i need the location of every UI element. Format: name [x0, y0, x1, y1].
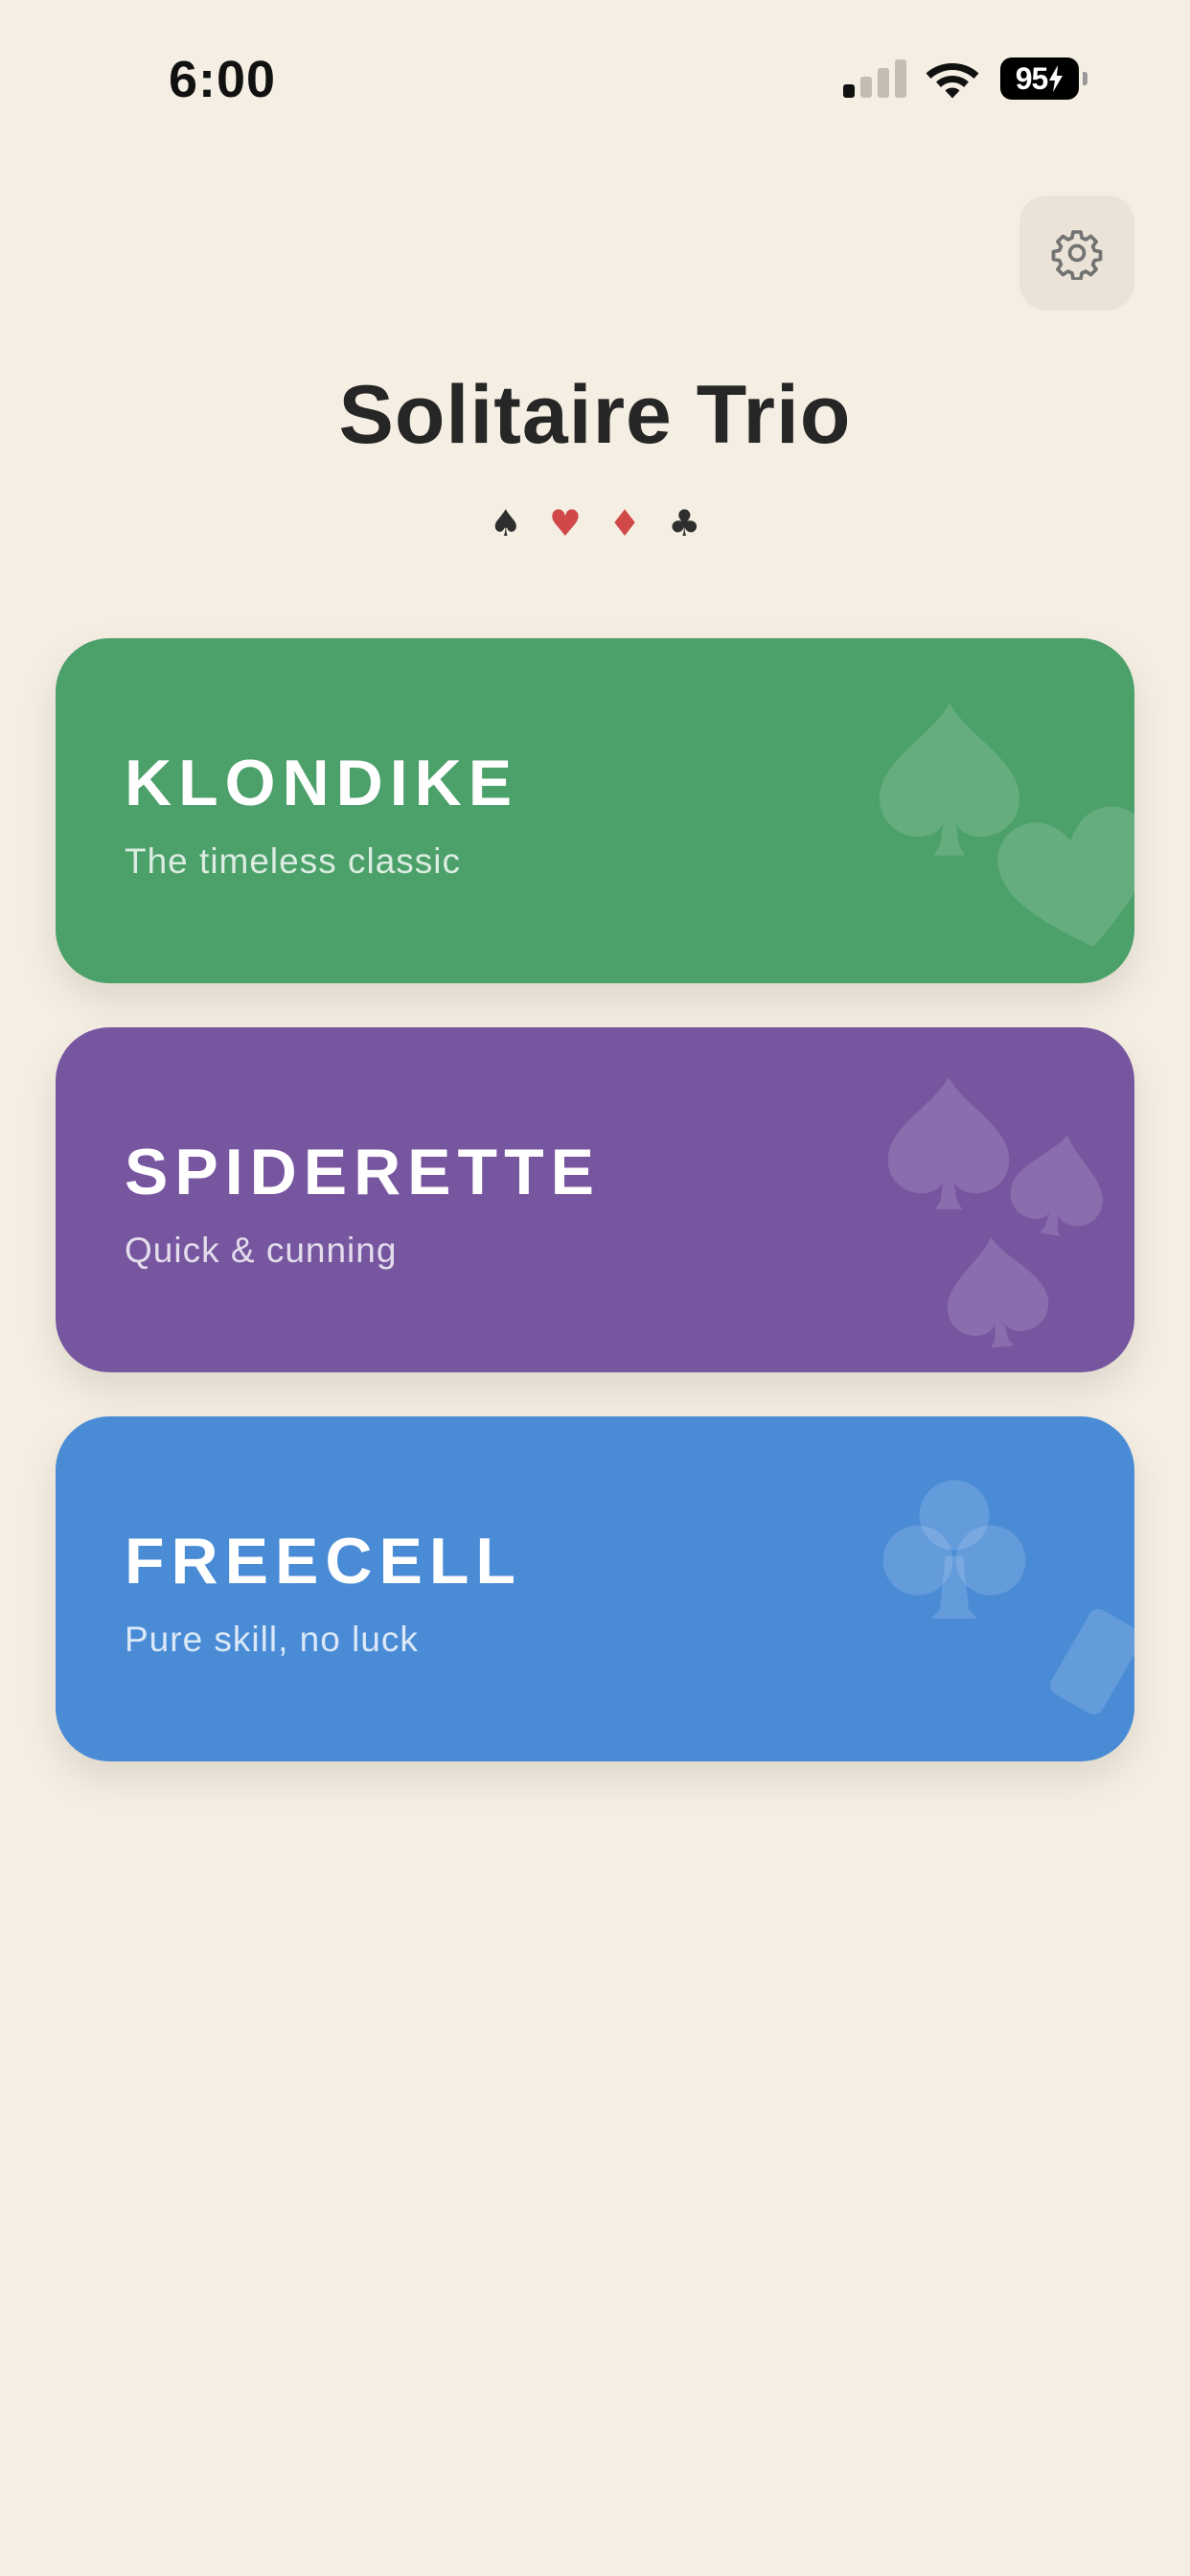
spade-decoration-icon	[947, 1236, 1049, 1348]
game-title: SPIDERETTE	[125, 1136, 601, 1208]
battery-indicator: 95	[1000, 58, 1087, 100]
status-bar: 6:00 95	[0, 0, 1190, 153]
settings-button[interactable]	[1019, 196, 1134, 310]
game-description: The timeless classic	[125, 841, 462, 881]
app-title: Solitaire Trio	[338, 369, 852, 461]
battery-level: 95	[1000, 58, 1079, 100]
heart-icon: ♥	[548, 502, 582, 544]
game-title: KLONDIKE	[125, 747, 519, 819]
game-title: FREECELL	[125, 1525, 522, 1598]
game-description: Pure skill, no luck	[125, 1620, 419, 1659]
game-card-spiderette[interactable]: SPIDERETTE Quick & cunning	[56, 1027, 1134, 1372]
game-card-klondike[interactable]: KLONDIKE The timeless classic	[56, 638, 1134, 983]
club-icon: ♣	[668, 502, 701, 544]
diamond-icon: ♦	[608, 502, 642, 544]
wifi-icon	[926, 63, 979, 99]
home-screen: 6:00 95 Solitaire Trio ♠ ♥ ♦ ♣ KLONDIKE …	[0, 0, 1190, 2576]
spade-decoration-icon	[1010, 1135, 1103, 1236]
status-time: 6:00	[169, 51, 277, 108]
game-description: Quick & cunning	[125, 1230, 398, 1270]
spade-decoration-icon	[887, 1076, 1010, 1210]
game-card-freecell[interactable]: FREECELL Pure skill, no luck	[56, 1416, 1134, 1761]
spade-icon: ♠	[489, 502, 522, 544]
suit-symbols: ♠ ♥ ♦ ♣	[0, 500, 1190, 546]
charging-bolt-icon	[1049, 65, 1064, 92]
cellular-signal-icon	[843, 59, 906, 98]
gear-icon	[1051, 230, 1103, 280]
diamond-decoration-icon	[1050, 1609, 1134, 1714]
club-decoration-icon	[882, 1480, 1026, 1619]
